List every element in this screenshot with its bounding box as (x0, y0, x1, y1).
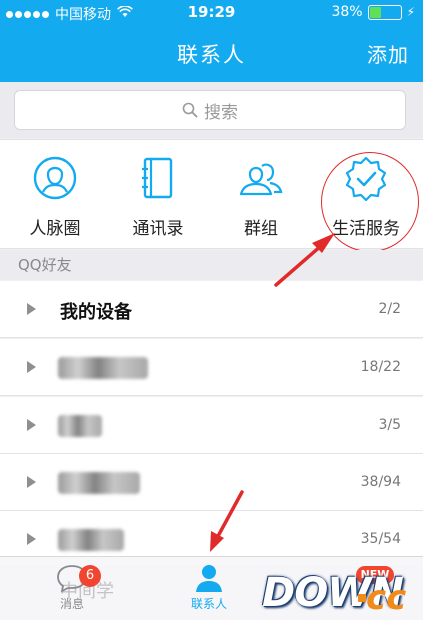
search-icon (182, 102, 198, 118)
search-placeholder: 搜索 (204, 102, 238, 123)
section-header: QQ好友 (0, 250, 423, 280)
tab-messages[interactable]: 消息 6 (27, 563, 117, 612)
friend-group-row[interactable]: 38/94 (0, 454, 423, 511)
friend-group-row[interactable]: 我的设备 2/2 (0, 281, 423, 338)
quick-entry-groups[interactable]: 群组 (211, 154, 311, 239)
watermark-suffix: cc (366, 578, 407, 618)
blurred-group-name (58, 415, 102, 437)
annotation-circle (321, 152, 419, 252)
person-icon (196, 565, 222, 592)
blurred-group-name (58, 529, 124, 551)
quick-entry-contacts-circle[interactable]: 人脉圈 (5, 154, 105, 239)
expand-arrow-icon (27, 533, 36, 545)
battery-percent: 38% (331, 4, 363, 20)
tab-label: 消息 (59, 597, 84, 611)
battery-icon (367, 4, 402, 20)
tab-contacts[interactable]: 联系人 (164, 563, 254, 612)
group-name: 我的设备 (60, 302, 132, 323)
nav-bar: 联系人 添加 (0, 26, 423, 82)
group-count: 38/94 (360, 474, 401, 490)
address-book-icon (142, 157, 173, 199)
expand-arrow-icon (27, 303, 36, 315)
unread-badge: 6 (79, 565, 101, 587)
watermark-dot (358, 594, 366, 602)
down-cc-watermark-logo: DOWN cc (262, 570, 417, 618)
group-count: 35/54 (360, 531, 401, 547)
group-count: 3/5 (378, 417, 401, 433)
page-title: 联系人 (177, 43, 246, 67)
group-count: 18/22 (360, 359, 401, 375)
quick-entry-label: 通讯录 (132, 219, 184, 239)
expand-arrow-icon (27, 361, 36, 373)
expand-arrow-icon (27, 419, 36, 431)
group-icon (239, 163, 283, 196)
search-input[interactable]: 搜索 (14, 90, 406, 130)
friend-group-row[interactable]: 18/22 (0, 339, 423, 396)
blurred-group-name (58, 472, 140, 494)
friend-group-row[interactable]: 3/5 (0, 397, 423, 454)
blurred-group-name (58, 357, 148, 379)
charging-icon: ⚡ (406, 5, 415, 19)
search-area: 搜索 (0, 82, 423, 138)
tab-label: 联系人 (190, 597, 227, 611)
group-count: 2/2 (378, 301, 401, 317)
add-button[interactable]: 添加 (367, 39, 409, 68)
quick-entry-label: 人脉圈 (29, 219, 81, 239)
quick-entry-label: 群组 (244, 219, 278, 239)
status-right: 38% ⚡ (331, 4, 415, 20)
expand-arrow-icon (27, 476, 36, 488)
quick-entry-address-book[interactable]: 通讯录 (108, 154, 208, 239)
person-circle-icon (33, 156, 77, 200)
status-bar: 中国移动 19:29 38% ⚡ (0, 0, 423, 26)
